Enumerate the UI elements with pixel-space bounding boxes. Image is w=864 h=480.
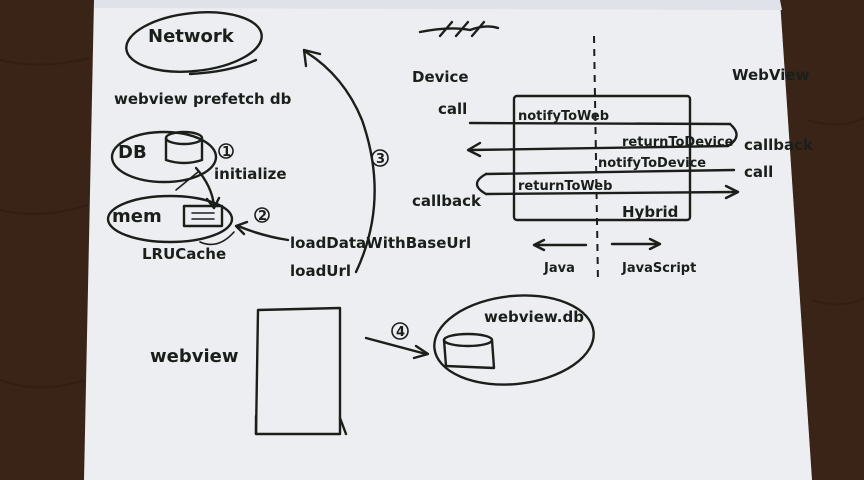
- call-right-label: call: [744, 163, 773, 181]
- step3-label: 3: [376, 152, 385, 167]
- load-data-label: loadDataWithBaseUrl: [290, 234, 471, 252]
- webview-top-label: WebView: [732, 66, 810, 84]
- return-to-web-label: returnToWeb: [518, 179, 612, 194]
- call-left-label: call: [438, 100, 467, 118]
- callback-right-label: callback: [744, 136, 814, 154]
- load-url-label: loadUrl: [290, 262, 351, 280]
- java-label: Java: [543, 261, 575, 276]
- initialize-label: initialize: [214, 165, 287, 183]
- javascript-label: JavaScript: [621, 261, 696, 276]
- whiteboard-sketch: Network webview prefetch db DB 1 initial…: [0, 0, 864, 480]
- webview-bottom-label: webview: [150, 346, 238, 367]
- step2-label: 2: [258, 209, 267, 224]
- lrucache-label: LRUCache: [142, 245, 226, 263]
- mem-label: mem: [112, 206, 162, 227]
- notify-to-device-label: notifyToDevice: [598, 156, 706, 171]
- db-label: DB: [118, 142, 147, 163]
- photo-scene: Network webview prefetch db DB 1 initial…: [0, 0, 864, 480]
- callback-left-label: callback: [412, 192, 482, 210]
- return-to-device-label: returnToDevice: [622, 135, 734, 150]
- network-label: Network: [148, 26, 235, 47]
- step1-label: 1: [222, 145, 231, 160]
- device-label: Device: [412, 68, 469, 86]
- step4-label: 4: [396, 325, 405, 340]
- prefetch-db-label: webview prefetch db: [114, 90, 292, 108]
- webview-db-label: webview.db: [484, 308, 584, 326]
- hybrid-label: Hybrid: [622, 203, 678, 221]
- notify-to-web-label: notifyToWeb: [518, 109, 609, 124]
